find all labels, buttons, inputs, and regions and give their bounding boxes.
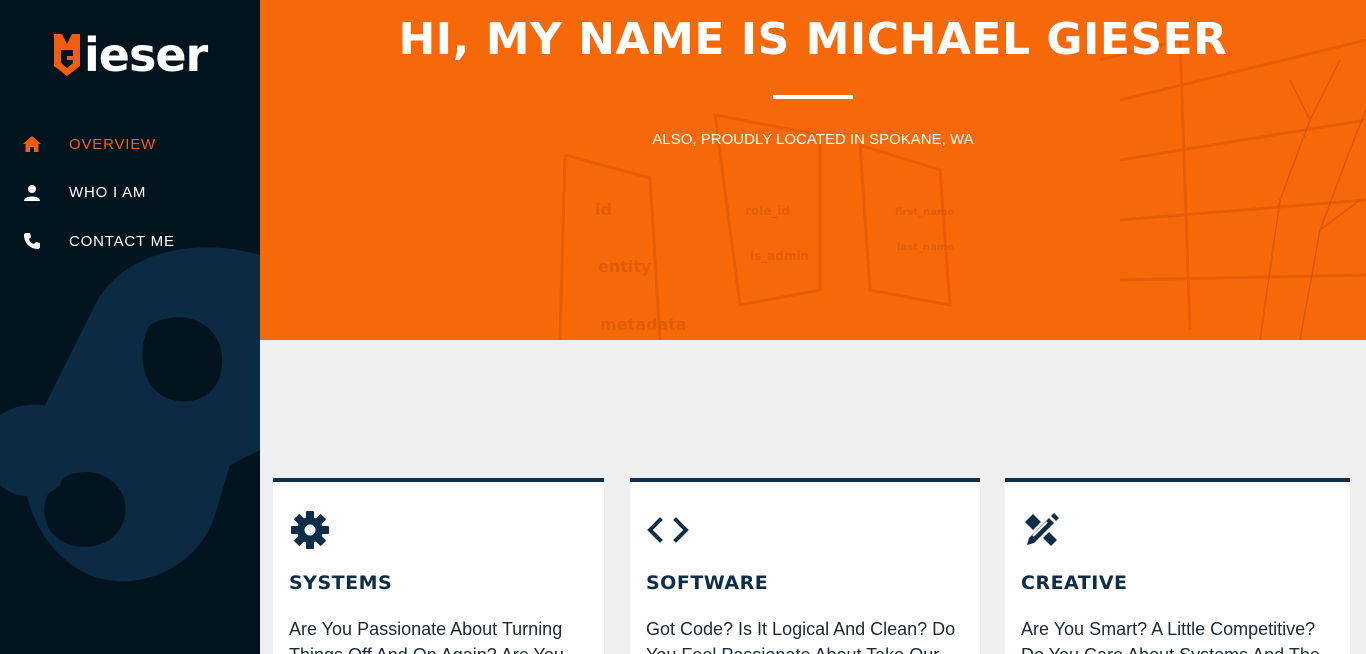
card-title: SYSTEMS: [289, 572, 393, 594]
card-title: CREATIVE: [1021, 572, 1128, 594]
sidebar-item-label: OVERVIEW: [69, 135, 156, 153]
card-creative: CREATIVE Are You Smart? A Little Competi…: [1005, 478, 1350, 654]
hero-bg-word: is_admin: [750, 249, 809, 264]
card-systems: SYSTEMS Are You Passionate About Turning…: [273, 478, 604, 654]
sidebar-item-overview[interactable]: OVERVIEW: [0, 120, 260, 169]
card-title: SOFTWARE: [646, 572, 769, 594]
sidebar: ieser OVERVIEW WHO I AM CONTACT ME: [0, 0, 260, 654]
home-icon: [21, 133, 43, 155]
phone-icon: [21, 230, 43, 252]
sidebar-item-who-i-am[interactable]: WHO I AM: [0, 169, 260, 218]
code-icon: [646, 508, 690, 552]
sidebar-item-label: WHO I AM: [69, 184, 147, 202]
pencil-ruler-icon: [1021, 508, 1065, 552]
card-software: SOFTWARE Got Code? Is It Logical And Cle…: [630, 478, 980, 654]
hero-bg-word: metadata: [600, 315, 687, 334]
card-text: Are You Smart? A Little Competitive? Do …: [1021, 619, 1320, 654]
title-divider: [773, 95, 853, 99]
person-icon: [21, 182, 43, 204]
sidebar-item-contact-me[interactable]: CONTACT ME: [0, 217, 260, 266]
background-logo-shape: [0, 247, 260, 582]
card-text: Got Code? Is It Logical And Clean? Do Yo…: [646, 619, 956, 654]
hero-bg-word: last_name: [897, 242, 954, 253]
hero-bg-word: first_name: [895, 207, 954, 218]
hero-banner: id entity metadata role_id is_admin firs…: [260, 0, 1366, 340]
sidebar-nav: OVERVIEW WHO I AM CONTACT ME: [0, 120, 260, 266]
hero-bg-word: id: [595, 200, 612, 219]
page-title: HI, MY NAME IS MICHAEL GIESER: [398, 14, 1228, 65]
logo-mark-icon: [54, 34, 80, 76]
hero-bg-word: entity: [598, 257, 652, 276]
logo-text: ieser: [84, 28, 208, 82]
gear-icon: [289, 508, 333, 552]
page-subtitle: ALSO, PROUDLY LOCATED IN SPOKANE, WA: [652, 131, 974, 148]
site-logo[interactable]: ieser: [52, 28, 208, 82]
card-text: Are You Passionate About Turning Things …: [289, 619, 564, 654]
hero-bg-word: role_id: [745, 204, 790, 219]
sidebar-item-label: CONTACT ME: [69, 232, 175, 250]
